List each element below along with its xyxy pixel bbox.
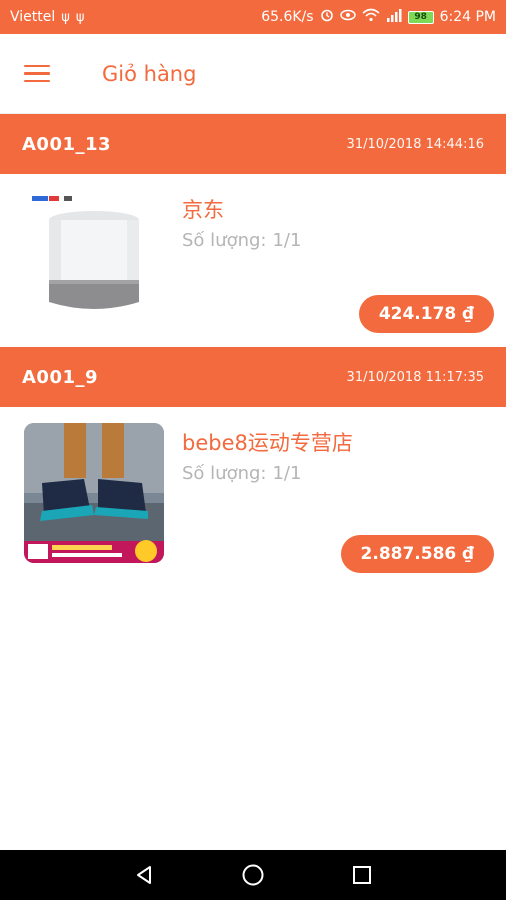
shop-name: bebe8运动专营店: [182, 431, 353, 455]
signal-icon: [386, 8, 402, 26]
quantity-text: Số lượng: 1/1: [182, 230, 301, 251]
menu-icon[interactable]: [24, 54, 64, 94]
order-date: 31/10/2018 14:44:16: [346, 136, 484, 152]
quantity-text: Số lượng: 1/1: [182, 463, 301, 484]
page-title: Giỏ hàng: [102, 61, 197, 86]
orders-list: A001_13 31/10/2018 14:44:16 京东 Số lượng:…: [0, 114, 506, 577]
smart-speaker-image: [24, 190, 164, 330]
quantity-value: 1/1: [272, 230, 302, 251]
app-bar: Giỏ hàng: [0, 34, 506, 114]
shop-name: 京东: [182, 198, 224, 222]
system-nav-bar: [0, 850, 506, 900]
order-item[interactable]: bebe8运动专营店 Số lượng: 1/1 2.887.586 ₫: [0, 407, 506, 577]
order-id: A001_13: [22, 133, 112, 155]
status-bar: Viettel ψ ψ 65.6K/s 98 6:24 PM: [0, 0, 506, 34]
alarm-icon: [320, 8, 334, 26]
quantity-label: Số lượng:: [182, 463, 267, 484]
battery-icon: 98: [407, 10, 434, 24]
order-item[interactable]: 京东 Số lượng: 1/1 424.178 ₫: [0, 174, 506, 347]
sneakers-image: [24, 423, 164, 563]
wifi-icon: [362, 8, 380, 26]
order-id: A001_9: [22, 366, 99, 388]
network-speed: 65.6K/s: [261, 9, 314, 25]
eye-icon: [339, 9, 356, 25]
order-header[interactable]: A001_9 31/10/2018 11:17:35: [0, 347, 506, 407]
carrier-label: Viettel: [10, 9, 56, 25]
order-header[interactable]: A001_13 31/10/2018 14:44:16: [0, 114, 506, 174]
order-date: 31/10/2018 11:17:35: [346, 369, 484, 385]
clock-time: 6:24 PM: [439, 9, 496, 25]
back-icon[interactable]: [124, 855, 164, 895]
usb-icon: ψ: [61, 9, 70, 25]
quantity-value: 1/1: [272, 463, 302, 484]
usb-icon-2: ψ: [75, 9, 85, 25]
quantity-label: Số lượng:: [182, 230, 267, 251]
price-badge[interactable]: 424.178 ₫: [358, 295, 494, 333]
home-icon[interactable]: [233, 855, 273, 895]
price-badge[interactable]: 2.887.586 ₫: [340, 535, 494, 573]
recents-icon[interactable]: [342, 855, 382, 895]
